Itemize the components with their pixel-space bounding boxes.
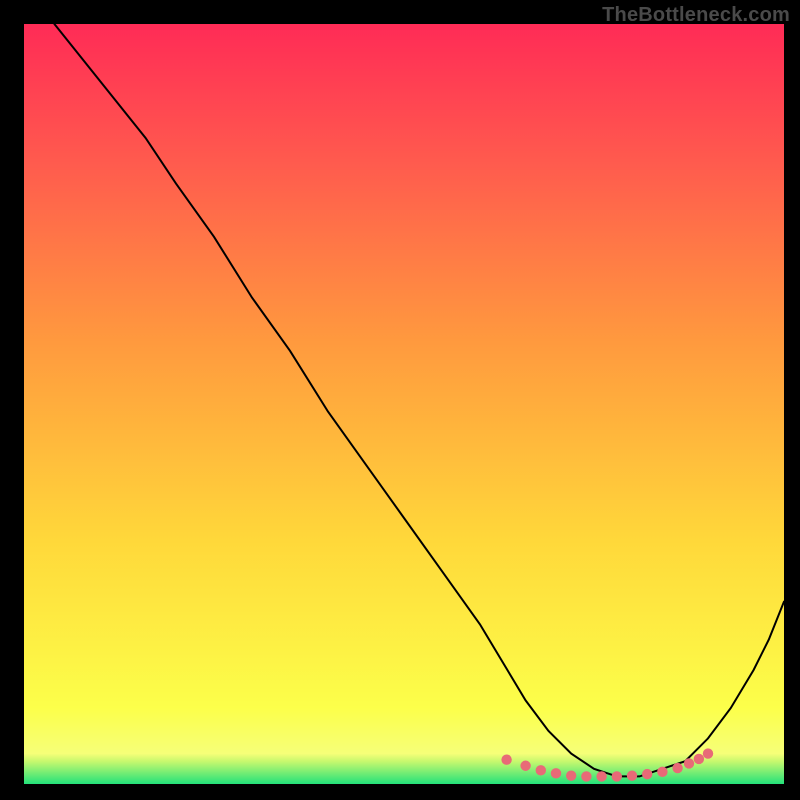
chart-svg [24,24,784,784]
marker-dot [642,769,652,779]
plot-area [24,24,784,784]
marker-dot [627,770,637,780]
marker-dot [612,771,622,781]
marker-dot [501,754,511,764]
marker-dot [694,754,704,764]
marker-dot [657,767,667,777]
marker-dot [551,768,561,778]
marker-dot [703,748,713,758]
marker-dot [520,761,530,771]
marker-dot [672,763,682,773]
marker-dot [596,771,606,781]
gradient-background [24,24,784,784]
chart-container: TheBottleneck.com [0,0,800,800]
marker-dot [536,765,546,775]
marker-dot [581,771,591,781]
marker-dot [566,770,576,780]
marker-dot [684,758,694,768]
